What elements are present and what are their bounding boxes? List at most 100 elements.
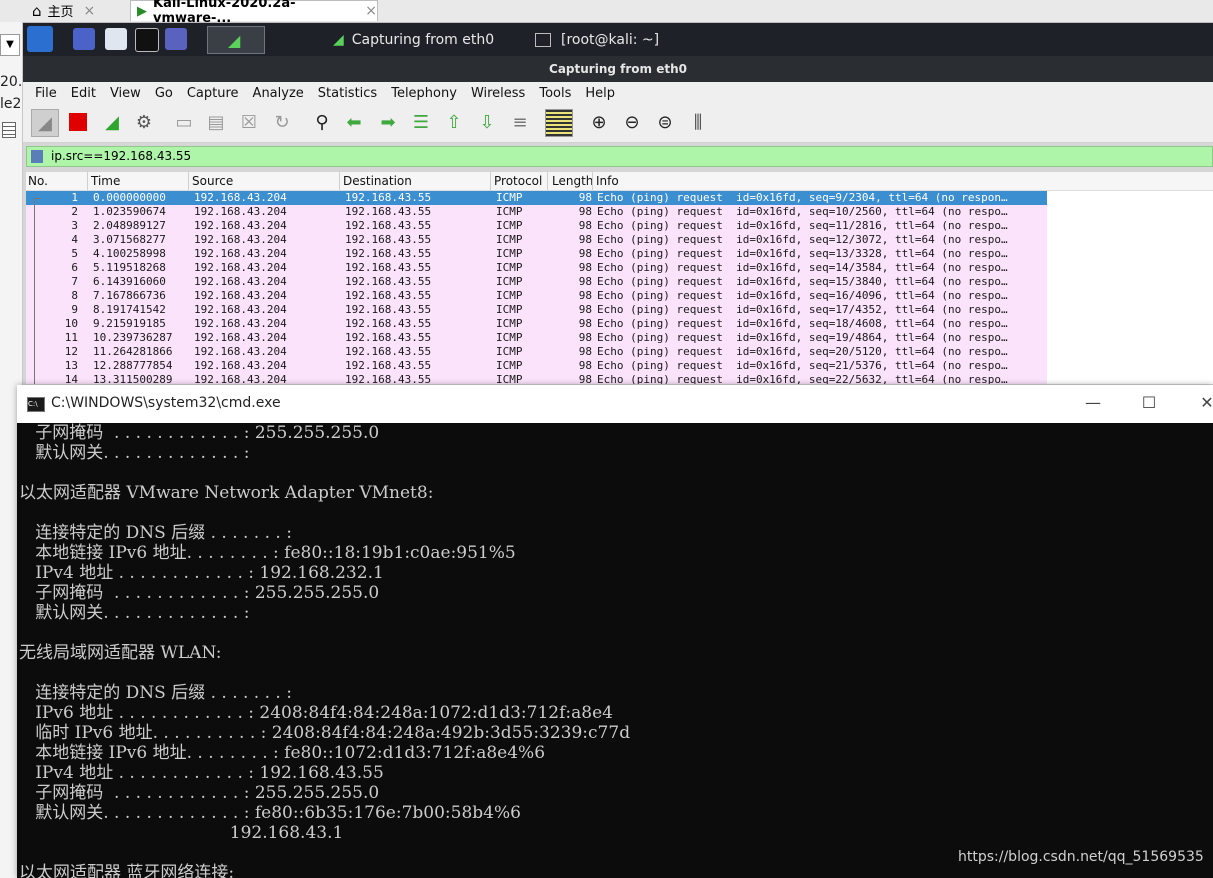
packet-row[interactable]: 13 12.288777854 192.168.43.204 192.168.43.5…: [26, 359, 1047, 373]
col-protocol[interactable]: Protocol: [494, 174, 542, 188]
menu-edit[interactable]: Edit: [64, 86, 103, 101]
cmd-title: C:\WINDOWS\system32\cmd.exe: [51, 395, 281, 411]
col-destination[interactable]: Destination: [343, 174, 412, 188]
first-packet-icon[interactable]: ⇧: [441, 109, 467, 135]
wireshark-fin-icon: ◢: [333, 32, 344, 48]
reload-file-icon[interactable]: ↻: [269, 109, 295, 135]
packet-cell-dst: 192.168.43.55: [345, 303, 432, 316]
clipped-text: 20.: [0, 74, 23, 90]
tab-home[interactable]: ⌂ 主页 ×: [32, 0, 124, 21]
bookmark-icon[interactable]: [31, 150, 43, 163]
close-icon[interactable]: ×: [84, 3, 96, 19]
packet-cell-time: 1.023590674: [93, 205, 166, 218]
col-length[interactable]: Length: [552, 174, 593, 188]
col-time[interactable]: Time: [91, 174, 120, 188]
packet-cell-dst: 192.168.43.55: [345, 373, 432, 384]
screenshot-icon[interactable]: [165, 28, 187, 50]
menu-wireless[interactable]: Wireless: [464, 86, 532, 101]
desktop-icon[interactable]: [73, 28, 95, 50]
save-file-icon[interactable]: ▤: [203, 109, 229, 135]
zoom-in-icon[interactable]: ⊕: [586, 109, 612, 135]
packet-cell-dst: 192.168.43.55: [345, 219, 432, 232]
stop-capture-icon[interactable]: [65, 109, 91, 135]
main-toolbar: ◢ ◢ ⚙ ▭ ▤ ☒ ↻ ⚲ ⬅ ➡ ☰ ⇧ ⇩ ≡ ⊕ ⊖ ⊜ ⫼: [23, 104, 1213, 143]
packet-cell-proto: ICMP: [496, 219, 523, 232]
menu-file[interactable]: File: [28, 86, 64, 101]
menu-capture[interactable]: Capture: [180, 86, 246, 101]
packet-row[interactable]: 7 6.143916060 192.168.43.204 192.168.43.55 I…: [26, 275, 1047, 289]
packet-row[interactable]: 6 5.119518268 192.168.43.204 192.168.43.55 I…: [26, 261, 1047, 275]
display-filter-input[interactable]: ip.src==192.168.43.55: [26, 146, 1213, 167]
packet-row[interactable]: 11 10.239736287 192.168.43.204 192.168.43.5…: [26, 331, 1047, 345]
menu-help[interactable]: Help: [578, 86, 622, 101]
packet-cell-len: 98: [578, 373, 592, 384]
packet-cell-info: Echo (ping) request id=0x16fd, seq=9/230…: [597, 191, 1008, 204]
close-icon[interactable]: ✕: [1193, 391, 1213, 415]
cmd-window[interactable]: C:\ C:\WINDOWS\system32\cmd.exe — ☐ ✕ 子网…: [17, 385, 1213, 878]
taskbar-item-terminal[interactable]: [root@kali: ~]: [535, 29, 659, 51]
menu-view[interactable]: View: [103, 86, 148, 101]
start-capture-icon[interactable]: ◢: [31, 109, 59, 137]
tab-vm[interactable]: ▶ Kali-Linux-2020.2a-vmware-... ×: [130, 0, 378, 26]
packet-row[interactable]: 1 0.000000000 192.168.43.204 192.168.43.55 I…: [26, 191, 1047, 205]
console-line: 192.168.43.1: [19, 823, 344, 843]
console-line: 以太网适配器 蓝牙网络连接:: [19, 863, 235, 878]
menu-tools[interactable]: Tools: [532, 86, 578, 101]
packet-row[interactable]: 14 13.311500289 192.168.43.204 192.168.43.5…: [26, 373, 1047, 384]
files-icon[interactable]: [105, 28, 127, 50]
cmd-console[interactable]: 子网掩码 . . . . . . . . . . . . : 255.255.2…: [17, 423, 1213, 878]
terminal-icon: [535, 33, 551, 47]
packet-row[interactable]: 2 1.023590674 192.168.43.204 192.168.43.55 I…: [26, 205, 1047, 219]
packet-cell-dst: 192.168.43.55: [345, 331, 432, 344]
menu-analyze[interactable]: Analyze: [246, 86, 311, 101]
packet-row[interactable]: 10 9.215919185 192.168.43.204 192.168.43.55…: [26, 317, 1047, 331]
go-back-icon[interactable]: ⬅: [341, 109, 367, 135]
console-line: 临时 IPv6 地址. . . . . . . . . . : 2408:84f…: [19, 723, 631, 743]
col-no[interactable]: No.: [28, 174, 48, 188]
packet-cell-info: Echo (ping) request id=0x16fd, seq=13/33…: [597, 247, 1008, 260]
open-file-icon[interactable]: ▭: [171, 109, 197, 135]
dropdown-arrow-icon[interactable]: ▼: [0, 34, 20, 56]
menu-statistics[interactable]: Statistics: [311, 86, 384, 101]
zoom-reset-icon[interactable]: ⊜: [652, 109, 678, 135]
last-packet-icon[interactable]: ⇩: [474, 109, 500, 135]
menu-telephony[interactable]: Telephony: [384, 86, 464, 101]
packet-cell-proto: ICMP: [496, 261, 523, 274]
resize-columns-icon[interactable]: ⫼: [685, 109, 711, 135]
colorize-icon[interactable]: [545, 109, 573, 137]
packet-cell-src: 192.168.43.204: [194, 233, 287, 246]
restart-capture-icon[interactable]: ◢: [99, 109, 125, 135]
active-app-button[interactable]: ◢: [207, 26, 265, 54]
menu-go[interactable]: Go: [148, 86, 180, 101]
close-icon[interactable]: ×: [365, 3, 377, 19]
col-source[interactable]: Source: [192, 174, 233, 188]
zoom-out-icon[interactable]: ⊖: [619, 109, 645, 135]
go-to-packet-icon[interactable]: ☰: [408, 109, 434, 135]
packet-cell-len: 98: [578, 261, 592, 274]
terminal-icon[interactable]: [135, 28, 159, 52]
cmd-titlebar[interactable]: C:\ C:\WINDOWS\system32\cmd.exe — ☐ ✕: [17, 385, 1213, 423]
minimize-icon[interactable]: —: [1079, 391, 1107, 415]
find-packet-icon[interactable]: ⚲: [309, 109, 335, 135]
packet-row[interactable]: 5 4.100258998 192.168.43.204 192.168.43.55 I…: [26, 247, 1047, 261]
go-forward-icon[interactable]: ➡: [375, 109, 401, 135]
taskbar-item-wireshark[interactable]: ◢ Capturing from eth0: [333, 29, 494, 51]
packet-cell-src: 192.168.43.204: [194, 289, 287, 302]
list-icon: [2, 122, 16, 138]
packet-cell-time: 5.119518268: [93, 261, 166, 274]
maximize-icon[interactable]: ☐: [1135, 391, 1163, 415]
packet-row[interactable]: 3 2.048989127 192.168.43.204 192.168.43.55 I…: [26, 219, 1047, 233]
packet-row[interactable]: 4 3.071568277 192.168.43.204 192.168.43.55 I…: [26, 233, 1047, 247]
autoscroll-icon[interactable]: ≡: [507, 109, 533, 135]
kali-menu-icon[interactable]: [27, 26, 53, 52]
close-file-icon[interactable]: ☒: [236, 109, 262, 135]
packet-list[interactable]: No. Time Source Destination Protocol Len…: [26, 172, 1213, 384]
packet-cell-proto: ICMP: [496, 233, 523, 246]
watermark: https://blog.csdn.net/qq_51569535: [958, 849, 1204, 865]
packet-row[interactable]: 8 7.167866736 192.168.43.204 192.168.43.55 I…: [26, 289, 1047, 303]
col-info[interactable]: Info: [596, 174, 619, 188]
packet-cell-time: 9.215919185: [93, 317, 166, 330]
packet-row[interactable]: 9 8.191741542 192.168.43.204 192.168.43.55 I…: [26, 303, 1047, 317]
packet-row[interactable]: 12 11.264281866 192.168.43.204 192.168.43.5…: [26, 345, 1047, 359]
capture-options-icon[interactable]: ⚙: [131, 109, 157, 135]
